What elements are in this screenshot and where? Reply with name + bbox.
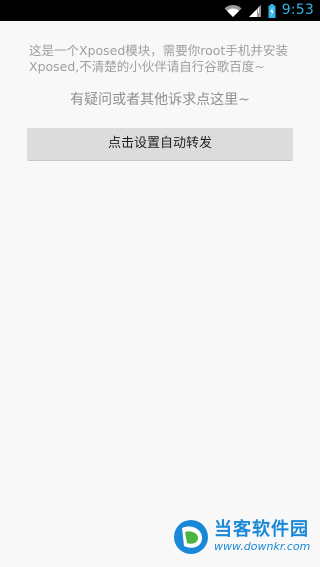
intro-text: 这是一个Xposed模块，需要你root手机并安装Xposed,不清楚的小伙伴请…	[29, 43, 288, 74]
main-content: 这是一个Xposed模块，需要你root手机并安装Xposed,不清楚的小伙伴请…	[0, 21, 320, 567]
app-screen: 9:53 这是一个Xposed模块，需要你root手机并安装Xposed,不清楚…	[0, 0, 320, 567]
downkr-logo-icon	[174, 520, 208, 554]
auto-forward-settings-button[interactable]: 点击设置自动转发	[27, 128, 293, 160]
status-time: 9:53	[281, 2, 314, 18]
status-bar: 9:53	[0, 0, 320, 21]
watermark-url: www.downkr.com	[214, 540, 311, 553]
watermark-text: 当客软件园 www.downkr.com	[214, 520, 310, 554]
watermark: 当客软件园 www.downkr.com	[172, 515, 312, 559]
help-link[interactable]: 有疑问或者其他诉求点这里~	[0, 91, 320, 109]
watermark-title: 当客软件园	[214, 519, 309, 540]
signal-icon	[248, 4, 262, 18]
wifi-icon	[224, 4, 242, 18]
battery-charging-icon	[268, 3, 276, 18]
